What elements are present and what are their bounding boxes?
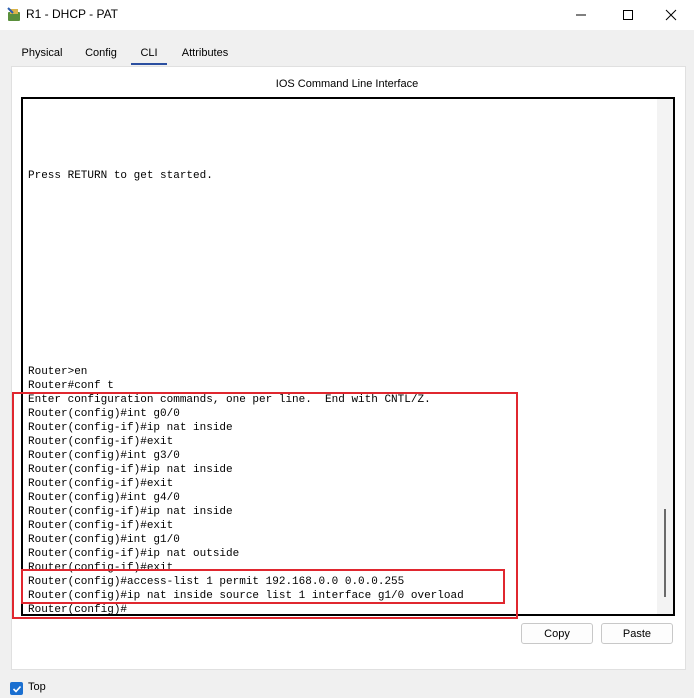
tab-physical[interactable]: Physical <box>11 43 73 63</box>
terminal-line: Router#conf t <box>28 380 114 392</box>
close-icon <box>665 9 677 21</box>
top-label: Top <box>28 681 46 693</box>
tab-cli[interactable]: CLI <box>129 43 169 65</box>
terminal-output: Press RETURN to get started. Router>en R… <box>28 99 464 614</box>
minimize-icon <box>576 14 586 16</box>
top-checkbox[interactable] <box>10 682 23 695</box>
tab-bar: Physical Config CLI Attributes <box>11 43 241 67</box>
checkmark-icon <box>12 685 21 693</box>
terminal-scrollbar[interactable] <box>657 99 673 614</box>
maximize-icon <box>623 10 633 20</box>
nat-commands-highlight-box <box>21 569 505 604</box>
copy-button[interactable]: Copy <box>521 623 593 644</box>
minimize-button[interactable] <box>558 0 604 30</box>
tab-attributes[interactable]: Attributes <box>169 43 241 63</box>
terminal-line: Router>en <box>28 366 88 378</box>
cli-heading: IOS Command Line Interface <box>275 78 419 90</box>
tab-config[interactable]: Config <box>73 43 129 63</box>
paste-button[interactable]: Paste <box>601 623 673 644</box>
packet-tracer-router-icon <box>7 7 20 21</box>
window-title: R1 - DHCP - PAT <box>26 7 119 21</box>
terminal-line: Press RETURN to get started. <box>28 170 213 182</box>
title-bar: R1 - DHCP - PAT <box>0 0 694 30</box>
scrollbar-thumb[interactable] <box>664 509 666 597</box>
maximize-button[interactable] <box>605 0 651 30</box>
close-button[interactable] <box>648 0 694 30</box>
